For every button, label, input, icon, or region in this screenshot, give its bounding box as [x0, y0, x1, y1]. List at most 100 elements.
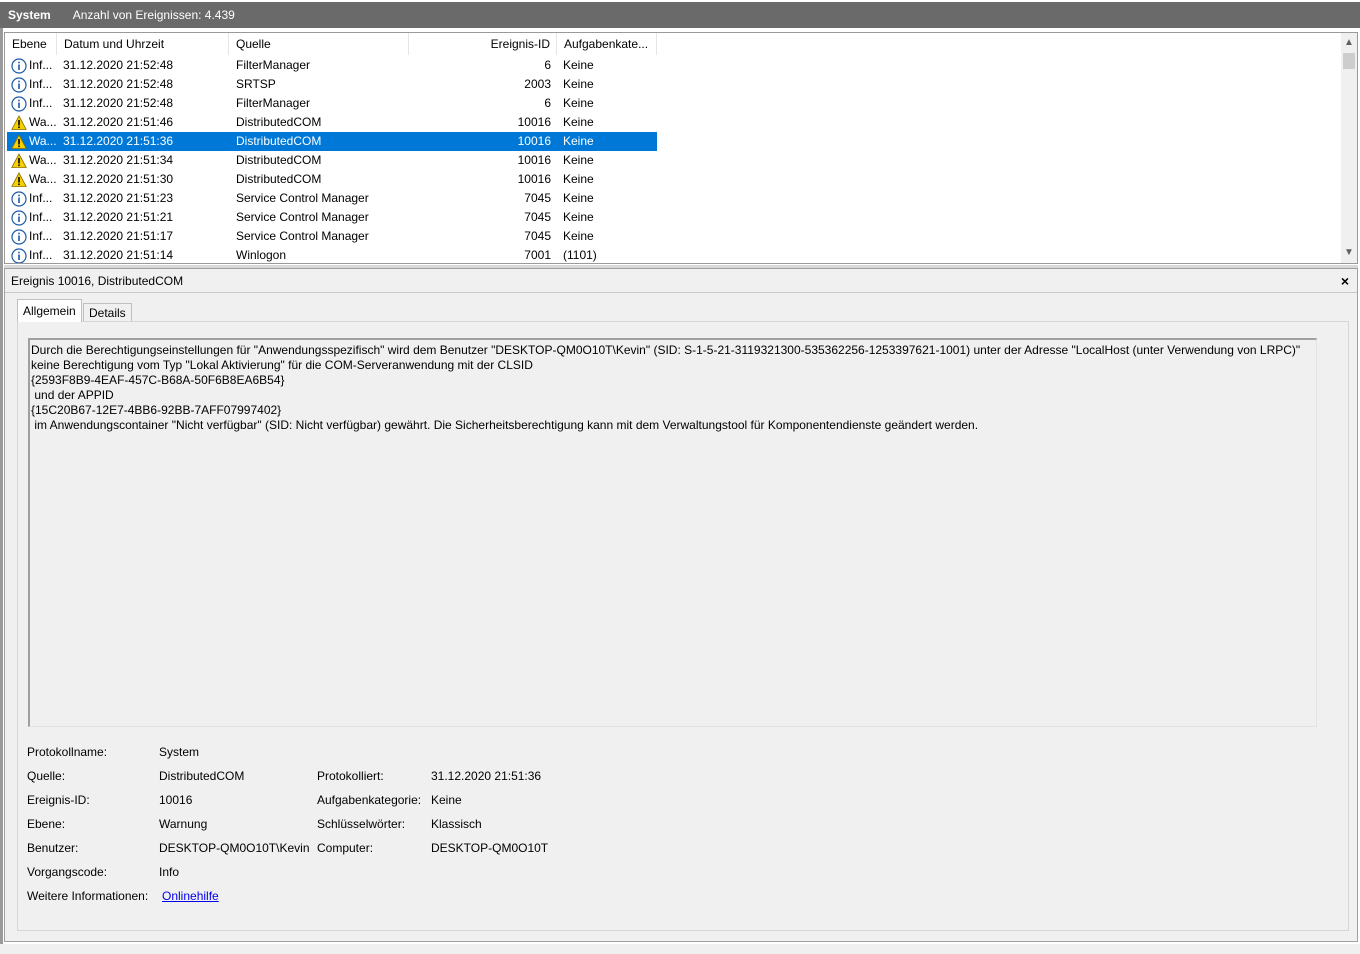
event-source: DistributedCOM [236, 134, 322, 148]
source-value: DistributedCOM [159, 769, 245, 783]
logged-label: Protokolliert: [317, 769, 384, 783]
column-header-task-category[interactable]: Aufgabenkate... [557, 33, 657, 55]
event-id-value: 10016 [159, 793, 193, 807]
computer-value: DESKTOP-QM0O10T [431, 841, 549, 855]
opcode-label: Vorgangscode: [27, 865, 108, 879]
event-count: Anzahl von Ereignissen: 4.439 [72, 8, 235, 22]
event-date: 31.12.2020 21:52:48 [63, 58, 174, 72]
event-level: Inf... [29, 229, 53, 243]
user-value: DESKTOP-QM0O10T\Kevin [159, 841, 310, 855]
event-date: 31.12.2020 21:51:30 [63, 172, 174, 186]
event-id: 10016 [517, 115, 551, 129]
event-id: 7001 [524, 248, 551, 262]
event-task-category: Keine [563, 115, 594, 129]
event-message[interactable]: Durch die Berechtigungseinstellungen für… [28, 338, 1317, 727]
info-icon [11, 210, 27, 226]
keywords-label: Schlüsselwörter: [317, 817, 406, 831]
event-source: Service Control Manager [236, 229, 369, 243]
table-row[interactable]: Wa... 31.12.2020 21:51:34 DistributedCOM 10… [7, 151, 657, 170]
event-id: 6 [544, 96, 551, 110]
event-date: 31.12.2020 21:51:23 [63, 191, 174, 205]
event-level: Wa... [29, 134, 57, 148]
scroll-down-arrow-icon[interactable]: ▼ [1341, 245, 1357, 261]
detail-header: Ereignis 10016, DistributedCOM × [5, 269, 1357, 293]
table-row[interactable]: Wa... 31.12.2020 21:51:30 DistributedCOM 10… [7, 170, 657, 189]
event-id: 10016 [517, 153, 551, 167]
close-icon[interactable]: × [1341, 269, 1349, 293]
event-list[interactable]: Ebene Datum und Uhrzeit Quelle Ereignis-… [4, 32, 1358, 264]
tab-general[interactable]: Allgemein [17, 299, 82, 322]
table-row[interactable]: Inf... 31.12.2020 21:51:21 Service Control… [7, 208, 657, 227]
warning-icon [11, 134, 27, 150]
event-id-label: Ereignis-ID: [27, 793, 90, 807]
scroll-up-arrow-icon[interactable]: ▲ [1341, 35, 1357, 51]
table-row[interactable]: Inf... 31.12.2020 21:51:23 Service Control… [7, 189, 657, 208]
event-source: Service Control Manager [236, 210, 369, 224]
event-task-category: (1101) [563, 248, 597, 262]
log-name: System [8, 8, 51, 22]
event-task-category: Keine [563, 172, 594, 186]
column-header-row: Ebene Datum und Uhrzeit Quelle Ereignis-… [5, 33, 1343, 55]
event-task-category: Keine [563, 210, 594, 224]
info-icon [11, 58, 27, 74]
event-level: Inf... [29, 248, 53, 262]
scroll-thumb[interactable] [1343, 53, 1355, 69]
left-border [0, 28, 3, 954]
event-date: 31.12.2020 21:51:14 [63, 248, 174, 262]
list-scrollbar[interactable]: ▲ ▼ [1341, 33, 1357, 263]
event-source: SRTSP [236, 77, 276, 91]
tab-details[interactable]: Details [83, 303, 132, 322]
warning-icon [11, 115, 27, 131]
column-header-source[interactable]: Quelle [229, 33, 409, 55]
table-row[interactable]: Inf... 31.12.2020 21:51:17 Service Control… [7, 227, 657, 246]
log-name-value: System [159, 745, 200, 759]
task-category-value: Keine [431, 793, 462, 807]
column-header-level[interactable]: Ebene [5, 33, 57, 55]
source-label: Quelle: [27, 769, 66, 783]
event-level: Inf... [29, 77, 53, 91]
info-icon [11, 96, 27, 112]
event-task-category: Keine [563, 229, 594, 243]
log-name-label: Protokollname: [27, 745, 108, 759]
event-id: 6 [544, 58, 551, 72]
event-level: Inf... [29, 210, 53, 224]
event-date: 31.12.2020 21:51:46 [63, 115, 174, 129]
event-source: DistributedCOM [236, 115, 322, 129]
event-source: Winlogon [236, 248, 287, 262]
event-task-category: Keine [563, 58, 594, 72]
user-label: Benutzer: [27, 841, 79, 855]
event-date: 31.12.2020 21:52:48 [63, 96, 174, 110]
column-header-date[interactable]: Datum und Uhrzeit [57, 33, 229, 55]
table-row[interactable]: Wa... 31.12.2020 21:51:36 DistributedCOM 10… [7, 132, 657, 151]
keywords-value: Klassisch [431, 817, 482, 831]
event-source: Service Control Manager [236, 191, 369, 205]
column-header-event-id[interactable]: Ereignis-ID [409, 33, 557, 55]
event-date: 31.12.2020 21:51:21 [63, 210, 174, 224]
table-row[interactable]: Inf... 31.12.2020 21:51:14 Winlogon 7001 (11… [7, 246, 657, 263]
event-id: 7045 [524, 191, 551, 205]
event-level: Wa... [29, 172, 57, 186]
table-row[interactable]: Inf... 31.12.2020 21:52:48 SRTSP 2003 Keine [7, 75, 657, 94]
event-date: 31.12.2020 21:51:17 [63, 229, 174, 243]
table-row[interactable]: Inf... 31.12.2020 21:52:48 FilterManager 6 K… [7, 94, 657, 113]
event-id: 10016 [517, 172, 551, 186]
table-row[interactable]: Wa... 31.12.2020 21:51:46 DistributedCOM 10… [7, 113, 657, 132]
tab-body: Durch die Berechtigungseinstellungen für… [17, 321, 1349, 931]
event-detail-panel: Ereignis 10016, DistributedCOM × Allgeme… [4, 268, 1358, 942]
event-task-category: Keine [563, 96, 594, 110]
level-label: Ebene: [27, 817, 66, 831]
info-icon [11, 248, 27, 263]
event-level: Inf... [29, 191, 53, 205]
event-source: FilterManager [236, 96, 311, 110]
event-level: Wa... [29, 115, 57, 129]
table-row[interactable]: Inf... 31.12.2020 21:52:48 FilterManager 6 K… [7, 56, 657, 75]
event-date: 31.12.2020 21:52:48 [63, 77, 174, 91]
event-source: DistributedCOM [236, 172, 322, 186]
opcode-value: Info [159, 865, 180, 879]
event-source: FilterManager [236, 58, 311, 72]
online-help-link[interactable]: Onlinehilfe [162, 888, 219, 904]
event-task-category: Keine [563, 134, 594, 148]
event-id: 2003 [524, 77, 551, 91]
event-level: Wa... [29, 153, 57, 167]
warning-icon [11, 172, 27, 188]
